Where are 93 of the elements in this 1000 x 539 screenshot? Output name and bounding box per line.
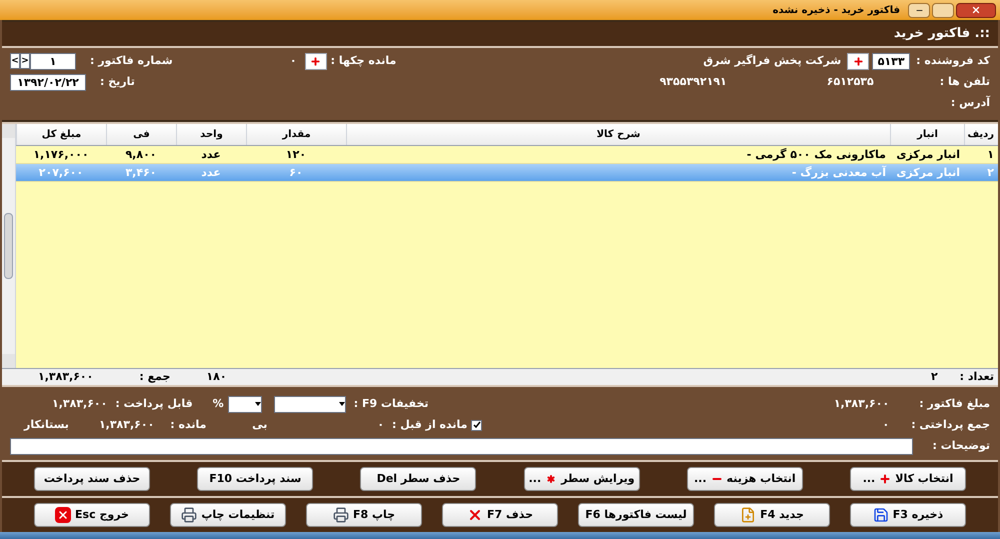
table-cell-text: آب معدنی بزرگ -: [790, 164, 888, 181]
toolbar-button[interactable]: ویرایش سطر ...: [524, 467, 640, 491]
cheques-value: ۰: [290, 52, 297, 69]
field-label: قابل پرداخت :: [115, 396, 193, 412]
table-cell-text: ۱۲۰: [284, 147, 308, 163]
field-label: آدرس :: [950, 94, 990, 111]
scrollbar[interactable]: [2, 124, 16, 368]
table-cell-text: ۶۰: [288, 165, 304, 181]
next-button[interactable]: >: [10, 53, 20, 69]
caret-icon: [338, 402, 345, 406]
previous-balance: ۰: [377, 416, 384, 433]
plus-icon: [852, 56, 864, 66]
minimize-button[interactable]: [908, 2, 930, 18]
field-label: مانده :: [170, 416, 206, 433]
date-field[interactable]: ۱۳۹۲/۰۲/۲۲: [10, 74, 86, 90]
printer-icon: [181, 507, 198, 523]
toolbar-button[interactable]: ذخیره F3: [850, 503, 966, 527]
toolbar-button[interactable]: لیست فاکتورها F6: [578, 503, 694, 527]
field-label: جمع پرداختی :: [911, 416, 990, 433]
percent-dropdown[interactable]: [228, 396, 262, 412]
notes-field[interactable]: [10, 438, 912, 454]
table-cell-text: ۱: [986, 147, 995, 163]
field-label: تخفیفات F9 :: [354, 396, 429, 412]
table-cell-text: انبار مرکزی: [895, 165, 961, 181]
toolbar-button[interactable]: سند پرداخت F10: [197, 467, 314, 491]
field-label: کد فروشنده :: [916, 52, 990, 69]
close-button[interactable]: [956, 2, 996, 18]
toolbar-button[interactable]: حذف F7: [442, 503, 558, 527]
field-label: مبلغ فاکتور :: [919, 396, 990, 412]
sum-label: جمع :: [139, 368, 170, 385]
payable-amount: ۱,۳۸۳,۶۰۰: [52, 396, 108, 412]
toolbar-button[interactable]: جدید F4: [714, 503, 830, 527]
previous-button[interactable]: <: [20, 53, 30, 69]
phone-number: ۹۳۵۵۳۹۲۱۹۱: [660, 74, 727, 90]
balance-amount: ۱,۳۸۳,۶۰۰: [98, 416, 154, 433]
column-header[interactable]: شرح کالا: [346, 124, 890, 145]
table-cell-text: ۱,۱۷۶,۰۰۰: [32, 147, 90, 163]
field-label: مانده از قبل :: [392, 416, 468, 433]
column-header[interactable]: انبار: [890, 124, 964, 145]
toolbar-button[interactable]: حذف سند پرداخت: [34, 467, 150, 491]
save-icon: [872, 507, 889, 523]
quantity-total: ۱۸۰: [206, 368, 227, 385]
form-title: ::. فاکتور خرید: [894, 25, 990, 44]
column-header[interactable]: فی: [106, 124, 176, 145]
new-document-icon: [740, 507, 756, 523]
toolbar-button[interactable]: انتخاب کالا ...: [850, 467, 966, 491]
table-cell-text: عدد: [200, 147, 222, 163]
sum-total: ۱,۳۸۳,۶۰۰: [38, 368, 94, 385]
checkbox[interactable]: [471, 420, 482, 430]
count-label: تعداد :: [960, 368, 994, 385]
field-label: توضیحات :: [932, 438, 990, 454]
seller-code-field[interactable]: ۵۱۳۳: [872, 52, 910, 70]
field-label: مانده چکها :: [330, 52, 396, 69]
toolbar-button[interactable]: تنظیمات چاپ: [170, 503, 286, 527]
phone-number: ۶۵۱۲۵۳۵: [826, 74, 874, 90]
column-header[interactable]: مقدار: [246, 124, 346, 145]
add-button[interactable]: [304, 52, 327, 70]
check-icon: [472, 421, 481, 429]
printer-icon: [332, 507, 349, 523]
maximize-button[interactable]: [932, 2, 954, 18]
column-header[interactable]: ردیف: [964, 124, 998, 145]
plus-icon: [879, 473, 892, 485]
table-cell-text: ۳,۴۶۰: [124, 165, 158, 181]
status-text: بی: [252, 416, 268, 433]
invoice-amount: ۱,۳۸۳,۶۰۰: [834, 396, 890, 412]
table-cell-text: ماکارونی مک ۵۰۰ گرمی -: [746, 147, 887, 163]
caret-icon: [254, 402, 261, 406]
balance-type: بستانکار: [24, 416, 69, 433]
paid-amount: ۰: [882, 416, 890, 433]
toolbar-button[interactable]: انتخاب هزینه ...: [686, 467, 803, 491]
table-cell-text: ۲۰۷,۶۰۰: [38, 165, 84, 181]
percent-sign: %: [212, 396, 224, 412]
toolbar-button[interactable]: حذف سطر Del: [360, 467, 476, 491]
add-button[interactable]: [847, 52, 870, 70]
field-label: تلفن ها :: [940, 74, 990, 90]
toolbar-button[interactable]: چاپ F8: [306, 503, 422, 527]
table-cell-text: عدد: [200, 165, 222, 181]
asterisk-icon: [545, 473, 558, 485]
field-label: تاریخ :: [100, 74, 135, 90]
field-label: شماره فاکتور :: [90, 52, 173, 69]
table-cell-text: انبار مرکزی: [895, 147, 961, 163]
close-icon: [971, 5, 981, 15]
table-cell-text: ۲: [986, 165, 995, 181]
window-title: فاکتور خرید - ذخیره نشده: [772, 4, 900, 18]
table-cell-text: ۹,۸۰۰: [124, 147, 158, 163]
column-header[interactable]: واحد: [176, 124, 246, 145]
close-icon: [55, 507, 72, 523]
discount-dropdown[interactable]: [274, 396, 346, 412]
invoice-number-field[interactable]: ۱: [30, 52, 76, 70]
toolbar-button[interactable]: خروج Esc: [34, 503, 150, 527]
plus-icon: [310, 56, 322, 66]
seller-name: شرکت پخش فراگیر شرق: [703, 52, 842, 69]
row-count: ۲: [930, 368, 938, 385]
